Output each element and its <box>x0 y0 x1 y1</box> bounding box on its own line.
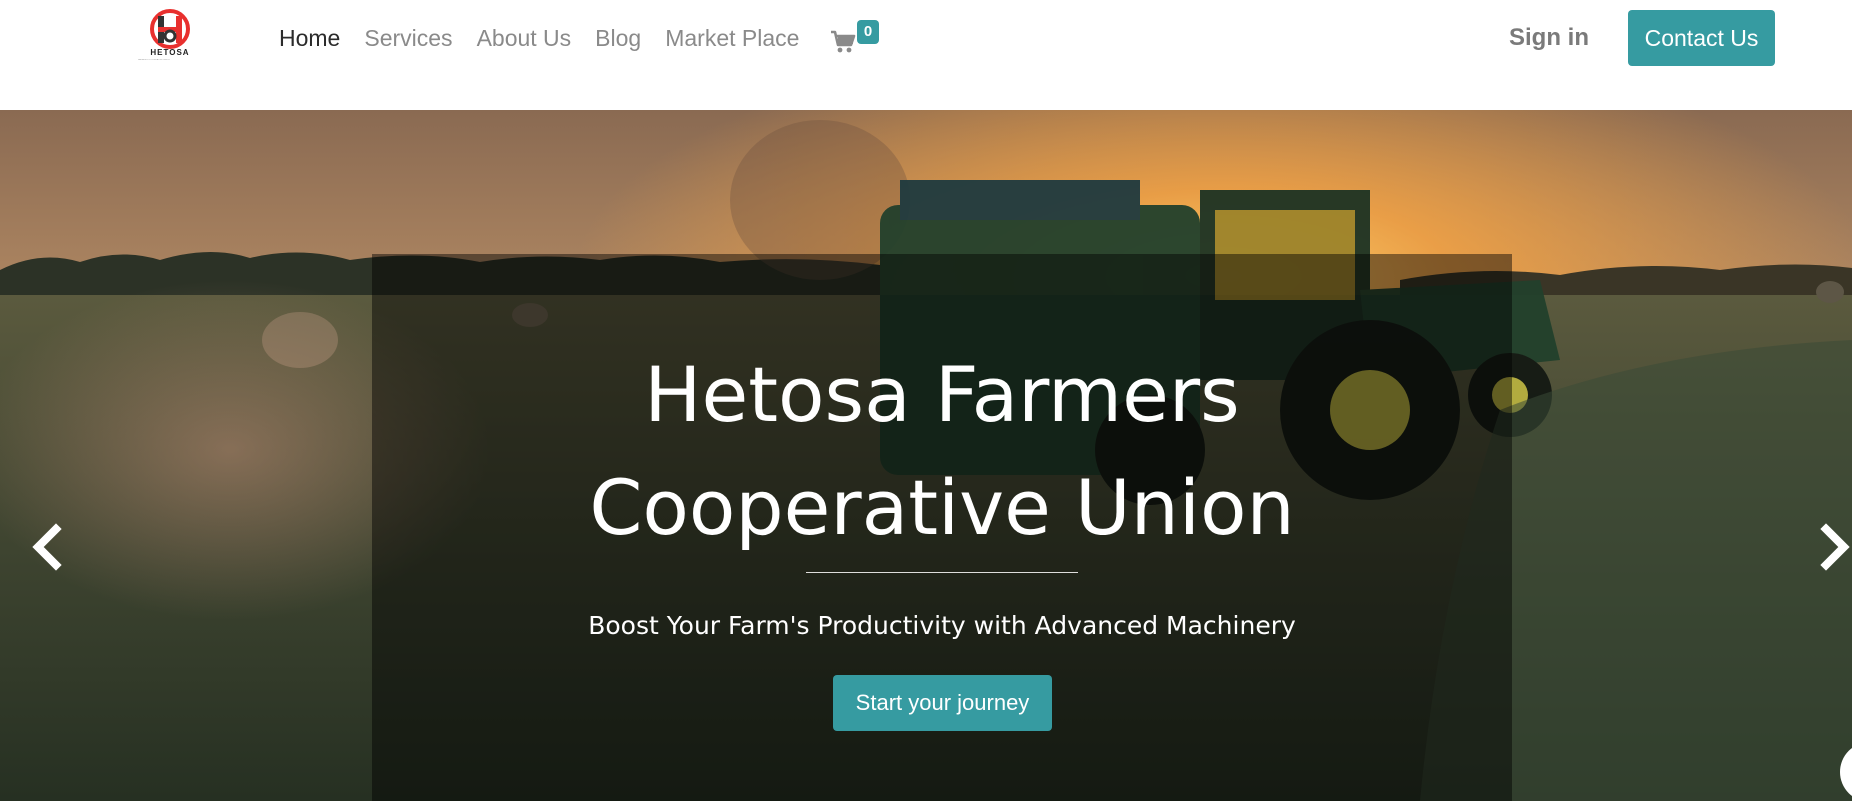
contact-us-button[interactable]: Contact Us <box>1628 10 1775 66</box>
hero-title-line-1: Hetosa Farmers <box>644 350 1240 439</box>
cart-count-badge: 0 <box>857 20 879 44</box>
hero-title: Hetosa Farmers Cooperative Union <box>0 338 1852 564</box>
main-nav: Home Services About Us Blog Market Place <box>279 22 823 54</box>
carousel-prev-button[interactable] <box>28 517 68 577</box>
logo-emblem-icon <box>150 9 190 49</box>
sign-in-link[interactable]: Sign in <box>1509 22 1589 54</box>
shopping-cart-icon <box>831 30 856 53</box>
chevron-left-icon <box>32 523 62 571</box>
logo-wordmark: HETOSA <box>150 48 190 57</box>
hero-divider <box>806 572 1078 573</box>
navbar: HETOSA FARMERS COOPERATIVE UNION Home Se… <box>0 0 1852 110</box>
chevron-right-icon <box>1820 523 1850 571</box>
hero-subtitle: Boost Your Farm's Productivity with Adva… <box>588 611 1296 640</box>
nav-home[interactable]: Home <box>279 22 340 54</box>
nav-about-us[interactable]: About Us <box>477 22 572 54</box>
logo-tagline: FARMERS COOPERATIVE UNION <box>138 59 170 61</box>
hero-carousel: Hetosa Farmers Cooperative Union Boost Y… <box>0 110 1852 801</box>
nav-market-place[interactable]: Market Place <box>665 22 799 54</box>
nav-services[interactable]: Services <box>364 22 452 54</box>
cart-button[interactable]: 0 <box>830 20 890 60</box>
start-journey-button[interactable]: Start your journey <box>833 675 1052 731</box>
carousel-next-button[interactable] <box>1816 517 1852 577</box>
nav-blog[interactable]: Blog <box>595 22 641 54</box>
brand-logo[interactable]: HETOSA FARMERS COOPERATIVE UNION <box>138 8 202 68</box>
hero-title-line-2: Cooperative Union <box>589 463 1295 552</box>
